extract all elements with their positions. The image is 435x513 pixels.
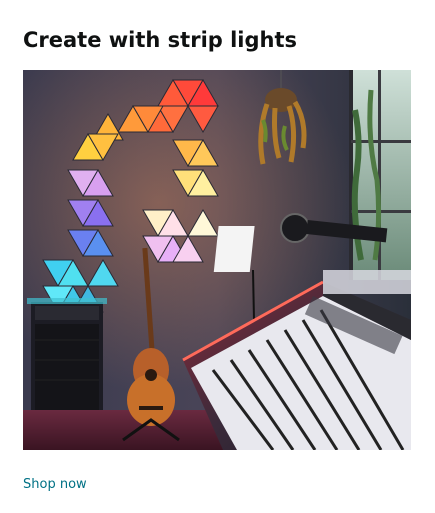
product-card: Create with strip lights Shop now <box>0 0 435 513</box>
card-title: Create with strip lights <box>23 28 298 52</box>
product-image <box>23 70 411 450</box>
shop-now-link[interactable]: Shop now <box>23 476 87 494</box>
product-image-link[interactable] <box>23 70 411 450</box>
